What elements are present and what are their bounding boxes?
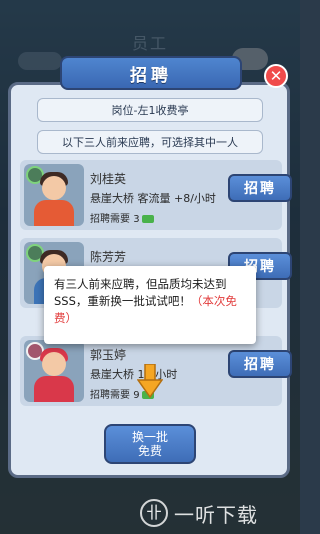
candidate-card: 刘桂英 悬崖大桥 客流量 +8/小时 招聘需要 3 招聘 xyxy=(20,160,292,230)
hire-button[interactable]: 招聘 xyxy=(228,350,292,378)
candidate-stat: 悬崖大桥 客流量 +8/小时 xyxy=(90,192,216,205)
notice-popup: 有三人前来应聘，但品质均未达到SSS，重新换一批试试吧！（本次免费） xyxy=(44,266,256,344)
cash-icon xyxy=(141,215,154,223)
close-button[interactable]: ✕ xyxy=(264,64,288,88)
candidate-name: 陈芳芳 xyxy=(90,250,127,264)
candidate-portrait xyxy=(24,164,84,226)
refresh-free-label: 免费 xyxy=(137,444,162,458)
candidate-cost: 招聘需要 3 xyxy=(90,210,154,225)
candidate-name: 郭玉婷 xyxy=(90,348,127,362)
tutorial-arrow-icon xyxy=(137,364,163,398)
watermark-text: 一听下载 xyxy=(174,502,258,527)
candidate-portrait xyxy=(24,340,84,402)
watermark: 卝 一听下载 xyxy=(140,498,258,528)
refresh-candidates-button[interactable]: 换一批 免费 xyxy=(104,424,196,464)
close-icon: ✕ xyxy=(269,67,283,85)
position-label: 岗位-左1收费亭 xyxy=(37,98,263,122)
watermark-logo-icon: 卝 xyxy=(140,499,168,527)
hire-button[interactable]: 招聘 xyxy=(228,174,292,202)
dialog-title: 招聘 xyxy=(60,56,242,90)
hint-text: 以下三人前来应聘，可选择其中一人 xyxy=(37,130,263,154)
candidate-name: 刘桂英 xyxy=(90,172,127,186)
candidate-stat: 悬崖大桥 16/小时 xyxy=(90,368,178,381)
refresh-label: 换一批 xyxy=(131,430,168,444)
